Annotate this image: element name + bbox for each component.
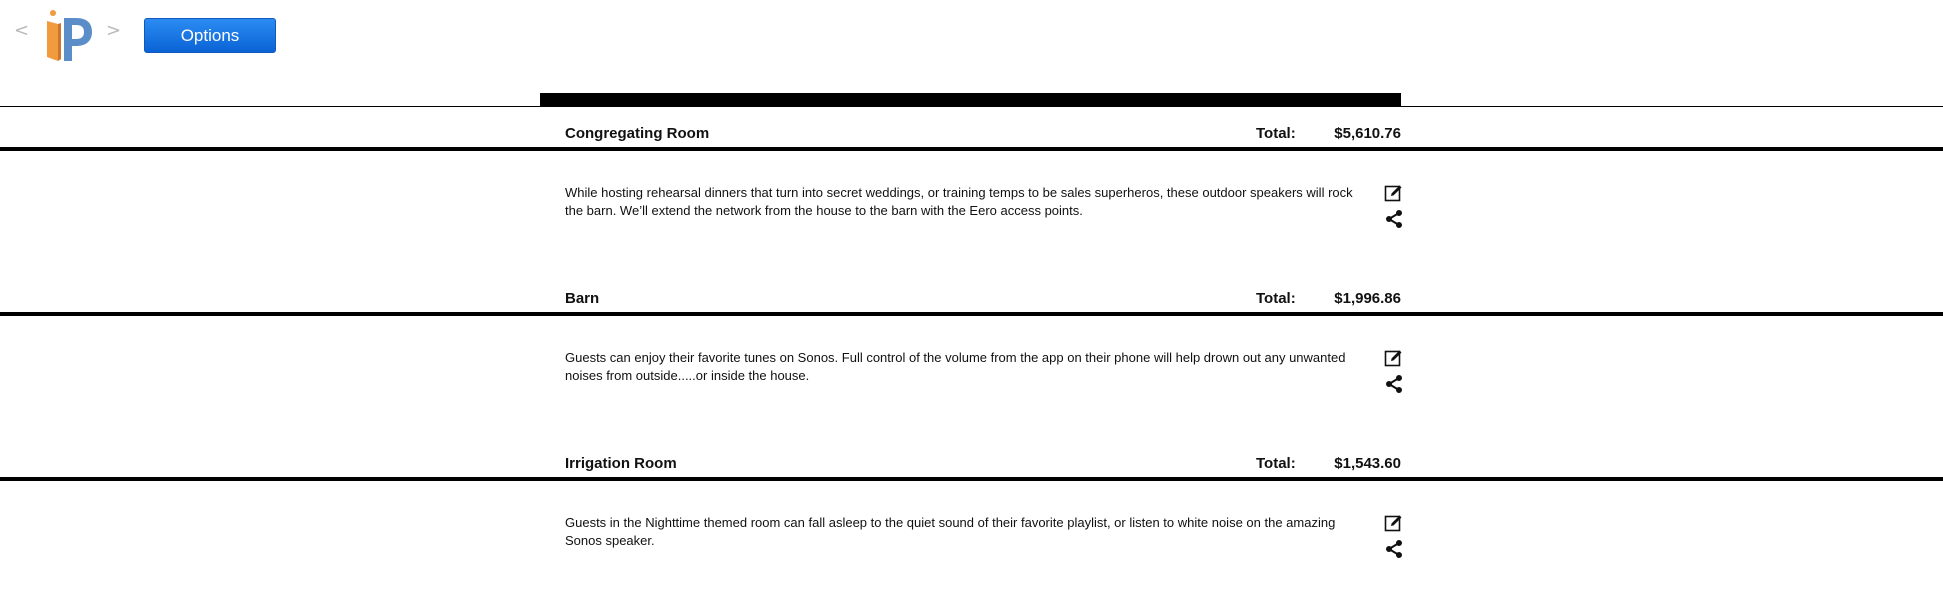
forward-arrow-button[interactable]: > bbox=[106, 22, 121, 40]
room-description: While hosting rehearsal dinners that tur… bbox=[565, 185, 1353, 218]
room-divider bbox=[0, 147, 1943, 151]
room-title: Irrigation Room bbox=[565, 455, 677, 472]
room-description: Guests can enjoy their favorite tunes on… bbox=[565, 350, 1346, 383]
header-bar bbox=[540, 93, 1401, 106]
room-title: Congregating Room bbox=[565, 125, 710, 142]
ip-logo bbox=[44, 6, 92, 62]
edit-icon[interactable] bbox=[1384, 513, 1404, 533]
share-icon[interactable] bbox=[1384, 374, 1404, 394]
room-total-label: Total: bbox=[1256, 290, 1296, 307]
back-arrow-button[interactable]: < bbox=[14, 22, 29, 40]
room-total-label: Total: bbox=[1256, 455, 1296, 472]
room-total-value: $1,543.60 bbox=[1334, 455, 1401, 472]
room-total-value: $1,996.86 bbox=[1334, 290, 1401, 307]
room-divider bbox=[0, 312, 1943, 316]
edit-icon[interactable] bbox=[1384, 348, 1404, 368]
edit-icon[interactable] bbox=[1384, 183, 1404, 203]
room-divider bbox=[0, 477, 1943, 481]
top-toolbar: < > Options bbox=[0, 0, 1943, 70]
room-description: Guests in the Nighttime themed room can … bbox=[565, 515, 1336, 548]
room-total-value: $5,610.76 bbox=[1334, 125, 1401, 142]
header-divider bbox=[0, 106, 1943, 107]
logo-icon bbox=[47, 10, 92, 61]
room-title: Barn bbox=[565, 290, 600, 307]
share-icon[interactable] bbox=[1384, 209, 1404, 229]
options-button[interactable]: Options bbox=[144, 18, 276, 53]
share-icon[interactable] bbox=[1384, 539, 1404, 559]
room-total-label: Total: bbox=[1256, 125, 1296, 142]
